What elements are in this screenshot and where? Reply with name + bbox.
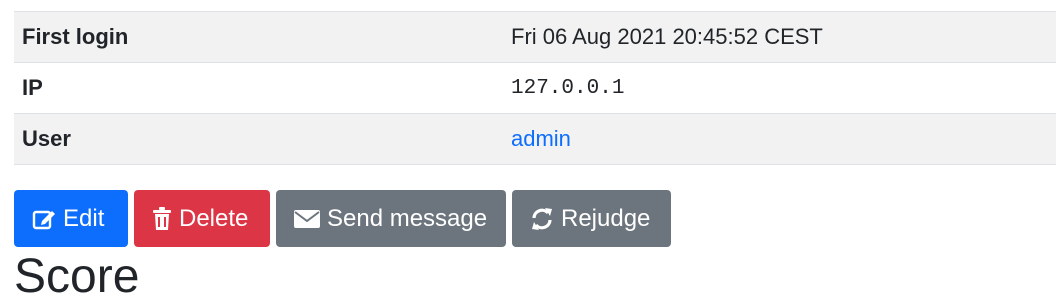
table-row-user: User admin — [14, 114, 1056, 165]
envelope-icon — [294, 209, 320, 228]
score-section-title: Score — [14, 250, 140, 303]
edit-button-label: Edit — [63, 204, 105, 232]
delete-button-label: Delete — [179, 204, 249, 232]
action-buttons: Edit Delete Send message Rejudge — [14, 190, 671, 247]
pencil-square-icon — [32, 210, 55, 229]
edit-button[interactable]: Edit — [14, 190, 128, 247]
send-message-button[interactable]: Send message — [276, 190, 506, 247]
first-login-label: First login — [22, 24, 129, 49]
rejudge-button[interactable]: Rejudge — [512, 190, 671, 247]
ip-value: 127.0.0.1 — [511, 76, 625, 100]
send-message-button-label: Send message — [327, 204, 488, 232]
ip-label: IP — [22, 75, 43, 100]
first-login-value: Fri 06 Aug 2021 20:45:52 CEST — [511, 24, 823, 49]
rejudge-button-label: Rejudge — [561, 204, 651, 232]
trash-icon — [153, 206, 171, 230]
sync-icon — [532, 207, 552, 230]
details-table: First login Fri 06 Aug 2021 20:45:52 CES… — [14, 11, 1056, 165]
table-row-first-login: First login Fri 06 Aug 2021 20:45:52 CES… — [14, 12, 1056, 63]
delete-button[interactable]: Delete — [134, 190, 270, 247]
user-label: User — [22, 126, 71, 151]
table-row-ip: IP 127.0.0.1 — [14, 63, 1056, 114]
user-link[interactable]: admin — [511, 126, 1056, 152]
